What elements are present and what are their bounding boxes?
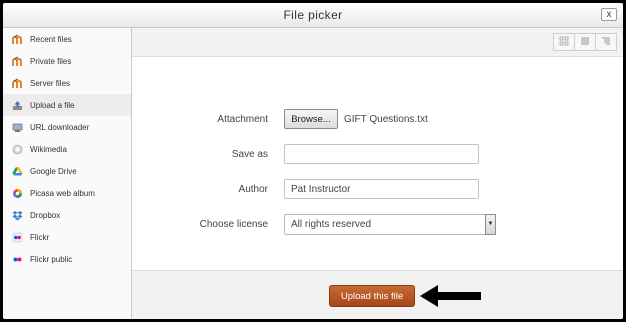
pointer-arrow-icon (420, 284, 482, 313)
sidebar-item-google-drive[interactable]: Google Drive (3, 160, 131, 182)
sidebar-item-flickr[interactable]: Flickr (3, 226, 131, 248)
flickr-public-icon (12, 254, 23, 265)
tree-view-button[interactable] (596, 33, 617, 51)
sidebar-item-url-downloader[interactable]: URL downloader (3, 116, 131, 138)
sidebar-item-picasa-web-album[interactable]: Picasa web album (3, 182, 131, 204)
attachment-row: Attachment Browse... GIFT Questions.txt (132, 109, 623, 131)
file-picker-dialog: File picker x Recent files Private files… (3, 3, 623, 319)
sidebar-item-label: Google Drive (30, 166, 77, 176)
sidebar-item-label: Flickr (30, 232, 50, 242)
dropbox-icon (12, 210, 23, 221)
moodle-icon (12, 56, 23, 67)
upload-icon (12, 100, 23, 111)
author-input[interactable]: Pat Instructor (284, 179, 479, 199)
sidebar-item-label: URL downloader (30, 122, 90, 132)
sidebar-item-label: Dropbox (30, 210, 61, 220)
license-label: Choose license (199, 219, 268, 230)
license-select[interactable]: All rights reserved ▼ (284, 214, 496, 235)
icon-view-button[interactable] (553, 33, 575, 51)
saveas-row: Save as (132, 144, 623, 166)
picasa-icon (12, 188, 23, 199)
google-drive-icon (12, 166, 23, 177)
sidebar-item-private-files[interactable]: Private files (3, 50, 131, 72)
list-view-button[interactable] (575, 33, 596, 51)
close-button[interactable]: x (601, 8, 617, 21)
dialog-footer: Upload this file (132, 270, 623, 319)
upload-this-file-button[interactable]: Upload this file (329, 285, 415, 307)
url-icon (12, 122, 23, 133)
dialog-title: File picker (283, 8, 343, 22)
chevron-down-icon[interactable]: ▼ (485, 214, 496, 235)
sidebar-item-flickr-public[interactable]: Flickr public (3, 248, 131, 270)
author-label: Author (238, 184, 268, 195)
sidebar-item-label: Recent files (30, 34, 72, 44)
sidebar-item-label: Private files (30, 56, 72, 66)
saveas-label: Save as (231, 149, 268, 160)
icon-view-icon (559, 33, 569, 51)
author-row: Author Pat Instructor (132, 179, 623, 201)
browse-button[interactable]: Browse... (284, 109, 338, 129)
list-view-icon (580, 33, 590, 51)
moodle-icon (12, 78, 23, 89)
attachment-label: Attachment (217, 114, 268, 125)
view-toolbar (132, 28, 623, 57)
view-switcher (553, 33, 617, 51)
sidebar-item-dropbox[interactable]: Dropbox (3, 204, 131, 226)
selected-file-name: GIFT Questions.txt (344, 114, 428, 125)
repository-sidebar: Recent files Private files Server files … (3, 28, 132, 319)
sidebar-item-label: Picasa web album (30, 188, 95, 198)
sidebar-item-label: Flickr public (30, 254, 73, 264)
sidebar-item-recent-files[interactable]: Recent files (3, 28, 131, 50)
sidebar-item-label: Wikimedia (30, 144, 67, 154)
flickr-icon (12, 232, 23, 243)
sidebar-item-label: Server files (30, 78, 71, 88)
moodle-icon (12, 34, 23, 45)
sidebar-item-upload-a-file[interactable]: Upload a file (3, 94, 131, 116)
sidebar-item-server-files[interactable]: Server files (3, 72, 131, 94)
wikimedia-icon (12, 144, 23, 155)
license-row: Choose license All rights reserved ▼ (132, 214, 623, 236)
tree-view-icon (601, 33, 611, 51)
sidebar-item-wikimedia[interactable]: Wikimedia (3, 138, 131, 160)
upload-form: Attachment Browse... GIFT Questions.txt … (132, 57, 623, 269)
saveas-input[interactable] (284, 144, 479, 164)
license-selected-value: All rights reserved (291, 219, 372, 230)
title-bar: File picker x (3, 3, 623, 28)
sidebar-item-label: Upload a file (30, 100, 75, 110)
